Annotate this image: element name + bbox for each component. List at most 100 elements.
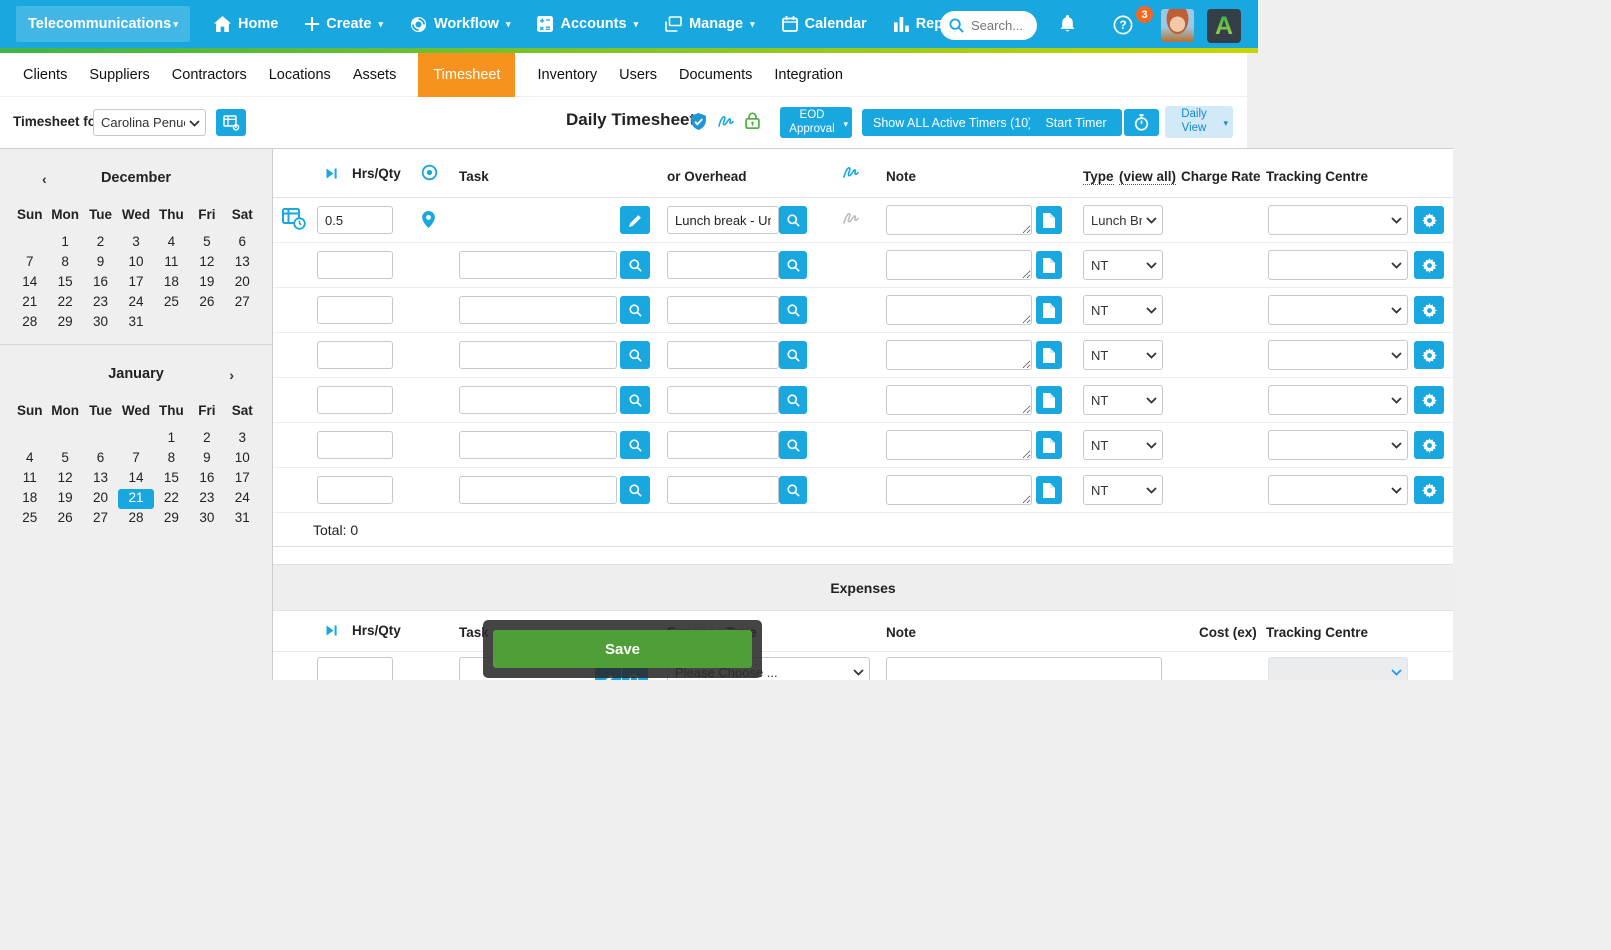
note-textarea[interactable] [886, 205, 1032, 235]
row-settings-button[interactable] [1414, 386, 1444, 414]
overhead-input[interactable] [667, 206, 779, 234]
calendar-next-arrow[interactable]: › [229, 367, 234, 383]
hrs-qty-input[interactable] [317, 206, 393, 234]
calendar-day[interactable]: 12 [47, 469, 82, 489]
calendar-day-selected[interactable]: 21 [118, 489, 154, 509]
calendar-day[interactable]: 23 [189, 489, 224, 509]
calendar-day[interactable]: 23 [83, 293, 118, 313]
calendar-day[interactable]: 4 [12, 449, 47, 469]
overhead-search-button[interactable] [779, 476, 807, 504]
row-settings-button[interactable] [1414, 341, 1444, 369]
calendar-prev-arrow[interactable]: ‹ [42, 171, 47, 187]
app-logo[interactable]: A [1207, 9, 1241, 43]
task-input[interactable] [459, 296, 617, 324]
calendar-day[interactable]: 18 [154, 273, 189, 293]
calendar-day[interactable]: 24 [225, 489, 260, 509]
type-select[interactable]: NT [1083, 385, 1163, 415]
calendar-day[interactable]: 2 [189, 429, 224, 449]
note-textarea[interactable] [886, 385, 1032, 415]
task-input[interactable] [459, 341, 617, 369]
calendar-day[interactable]: 14 [12, 273, 47, 293]
target-icon[interactable] [421, 164, 438, 181]
type-select[interactable]: NT [1083, 250, 1163, 280]
overhead-search-button[interactable] [779, 206, 807, 234]
type-select[interactable]: NT [1083, 430, 1163, 460]
task-input[interactable] [459, 386, 617, 414]
stopwatch-button[interactable] [1124, 109, 1159, 136]
note-textarea[interactable] [886, 340, 1032, 370]
row-settings-button[interactable] [1414, 251, 1444, 279]
calendar-day[interactable]: 13 [83, 469, 118, 489]
nav-item-accounts[interactable]: Accounts ▾ [537, 16, 638, 32]
calendar-day[interactable]: 22 [47, 293, 82, 313]
note-document-button[interactable] [1036, 341, 1062, 369]
overhead-search-button[interactable] [779, 431, 807, 459]
note-textarea[interactable] [886, 250, 1032, 280]
task-search-button[interactable] [620, 251, 650, 279]
tracking-centre-select[interactable] [1268, 205, 1408, 235]
overhead-input[interactable] [667, 296, 779, 324]
eod-approval-button[interactable]: EOD Approval ▾ [780, 107, 852, 138]
calendar-day[interactable]: 15 [47, 273, 82, 293]
bell-icon[interactable] [1059, 15, 1076, 33]
timesheet-user-select[interactable]: Carolina Penuela [93, 109, 206, 136]
task-search-button[interactable] [620, 341, 650, 369]
nav-item-home[interactable]: Home [214, 16, 278, 32]
calendar-day[interactable]: 29 [154, 509, 189, 529]
overhead-search-button[interactable] [779, 386, 807, 414]
calendar-day[interactable]: 31 [225, 509, 260, 529]
nav2-item-timesheet[interactable]: Timesheet [418, 52, 516, 97]
overhead-input[interactable] [667, 476, 779, 504]
calendar-day[interactable]: 18 [12, 489, 47, 509]
tracking-centre-select[interactable] [1268, 340, 1408, 370]
calendar-day[interactable]: 9 [83, 253, 118, 273]
calendar-day[interactable]: 20 [225, 273, 260, 293]
calendar-day[interactable]: 30 [189, 509, 224, 529]
nav2-item-inventory[interactable]: Inventory [537, 67, 597, 83]
edit-task-button[interactable] [620, 206, 650, 234]
type-select[interactable]: NT [1083, 340, 1163, 370]
task-search-button[interactable] [620, 476, 650, 504]
task-search-button[interactable] [620, 296, 650, 324]
view-mode-button[interactable]: Daily View ▾ [1165, 106, 1233, 138]
overhead-input[interactable] [667, 341, 779, 369]
search-input[interactable] [969, 17, 1031, 34]
calendar-day[interactable]: 1 [47, 233, 82, 253]
expense-tracking-centre-select[interactable] [1268, 657, 1408, 680]
calendar-day[interactable]: 30 [83, 313, 118, 333]
nav2-item-clients[interactable]: Clients [23, 67, 67, 83]
calendar-day[interactable]: 31 [118, 313, 153, 333]
calendar-day[interactable]: 14 [118, 469, 153, 489]
hrs-qty-input[interactable] [317, 341, 393, 369]
hrs-qty-input[interactable] [317, 476, 393, 504]
calendar-day[interactable]: 1 [154, 429, 189, 449]
calendar-day[interactable]: 24 [118, 293, 153, 313]
skip-icon[interactable] [325, 167, 338, 180]
col-header-type[interactable]: Type [1083, 169, 1114, 185]
nav-item-workflow[interactable]: Workflow ▾ [410, 16, 510, 33]
show-all-timers-button[interactable]: Show ALL Active Timers (10) [862, 109, 1044, 136]
calendar-day[interactable]: 4 [154, 233, 189, 253]
calendar-day[interactable]: 19 [189, 273, 224, 293]
calendar-day[interactable]: 20 [83, 489, 118, 509]
note-textarea[interactable] [886, 295, 1032, 325]
hrs-qty-input[interactable] [317, 386, 393, 414]
calendar-day[interactable]: 22 [154, 489, 189, 509]
overhead-search-button[interactable] [779, 341, 807, 369]
row-settings-button[interactable] [1414, 206, 1444, 234]
view-all-link[interactable]: (view all) [1119, 169, 1177, 185]
tracking-centre-select[interactable] [1268, 475, 1408, 505]
type-select[interactable]: NT [1083, 475, 1163, 505]
start-timer-button[interactable]: Start Timer [1030, 109, 1122, 136]
note-document-button[interactable] [1036, 431, 1062, 459]
tracking-centre-select[interactable] [1268, 295, 1408, 325]
calendar-day[interactable]: 5 [47, 449, 82, 469]
task-input[interactable] [459, 431, 617, 459]
tracking-centre-select[interactable] [1268, 385, 1408, 415]
note-document-button[interactable] [1036, 386, 1062, 414]
note-document-button[interactable] [1036, 476, 1062, 504]
row-settings-button[interactable] [1414, 431, 1444, 459]
calendar-day[interactable]: 3 [118, 233, 153, 253]
calendar-day[interactable]: 9 [189, 449, 224, 469]
calendar-day[interactable]: 26 [189, 293, 224, 313]
